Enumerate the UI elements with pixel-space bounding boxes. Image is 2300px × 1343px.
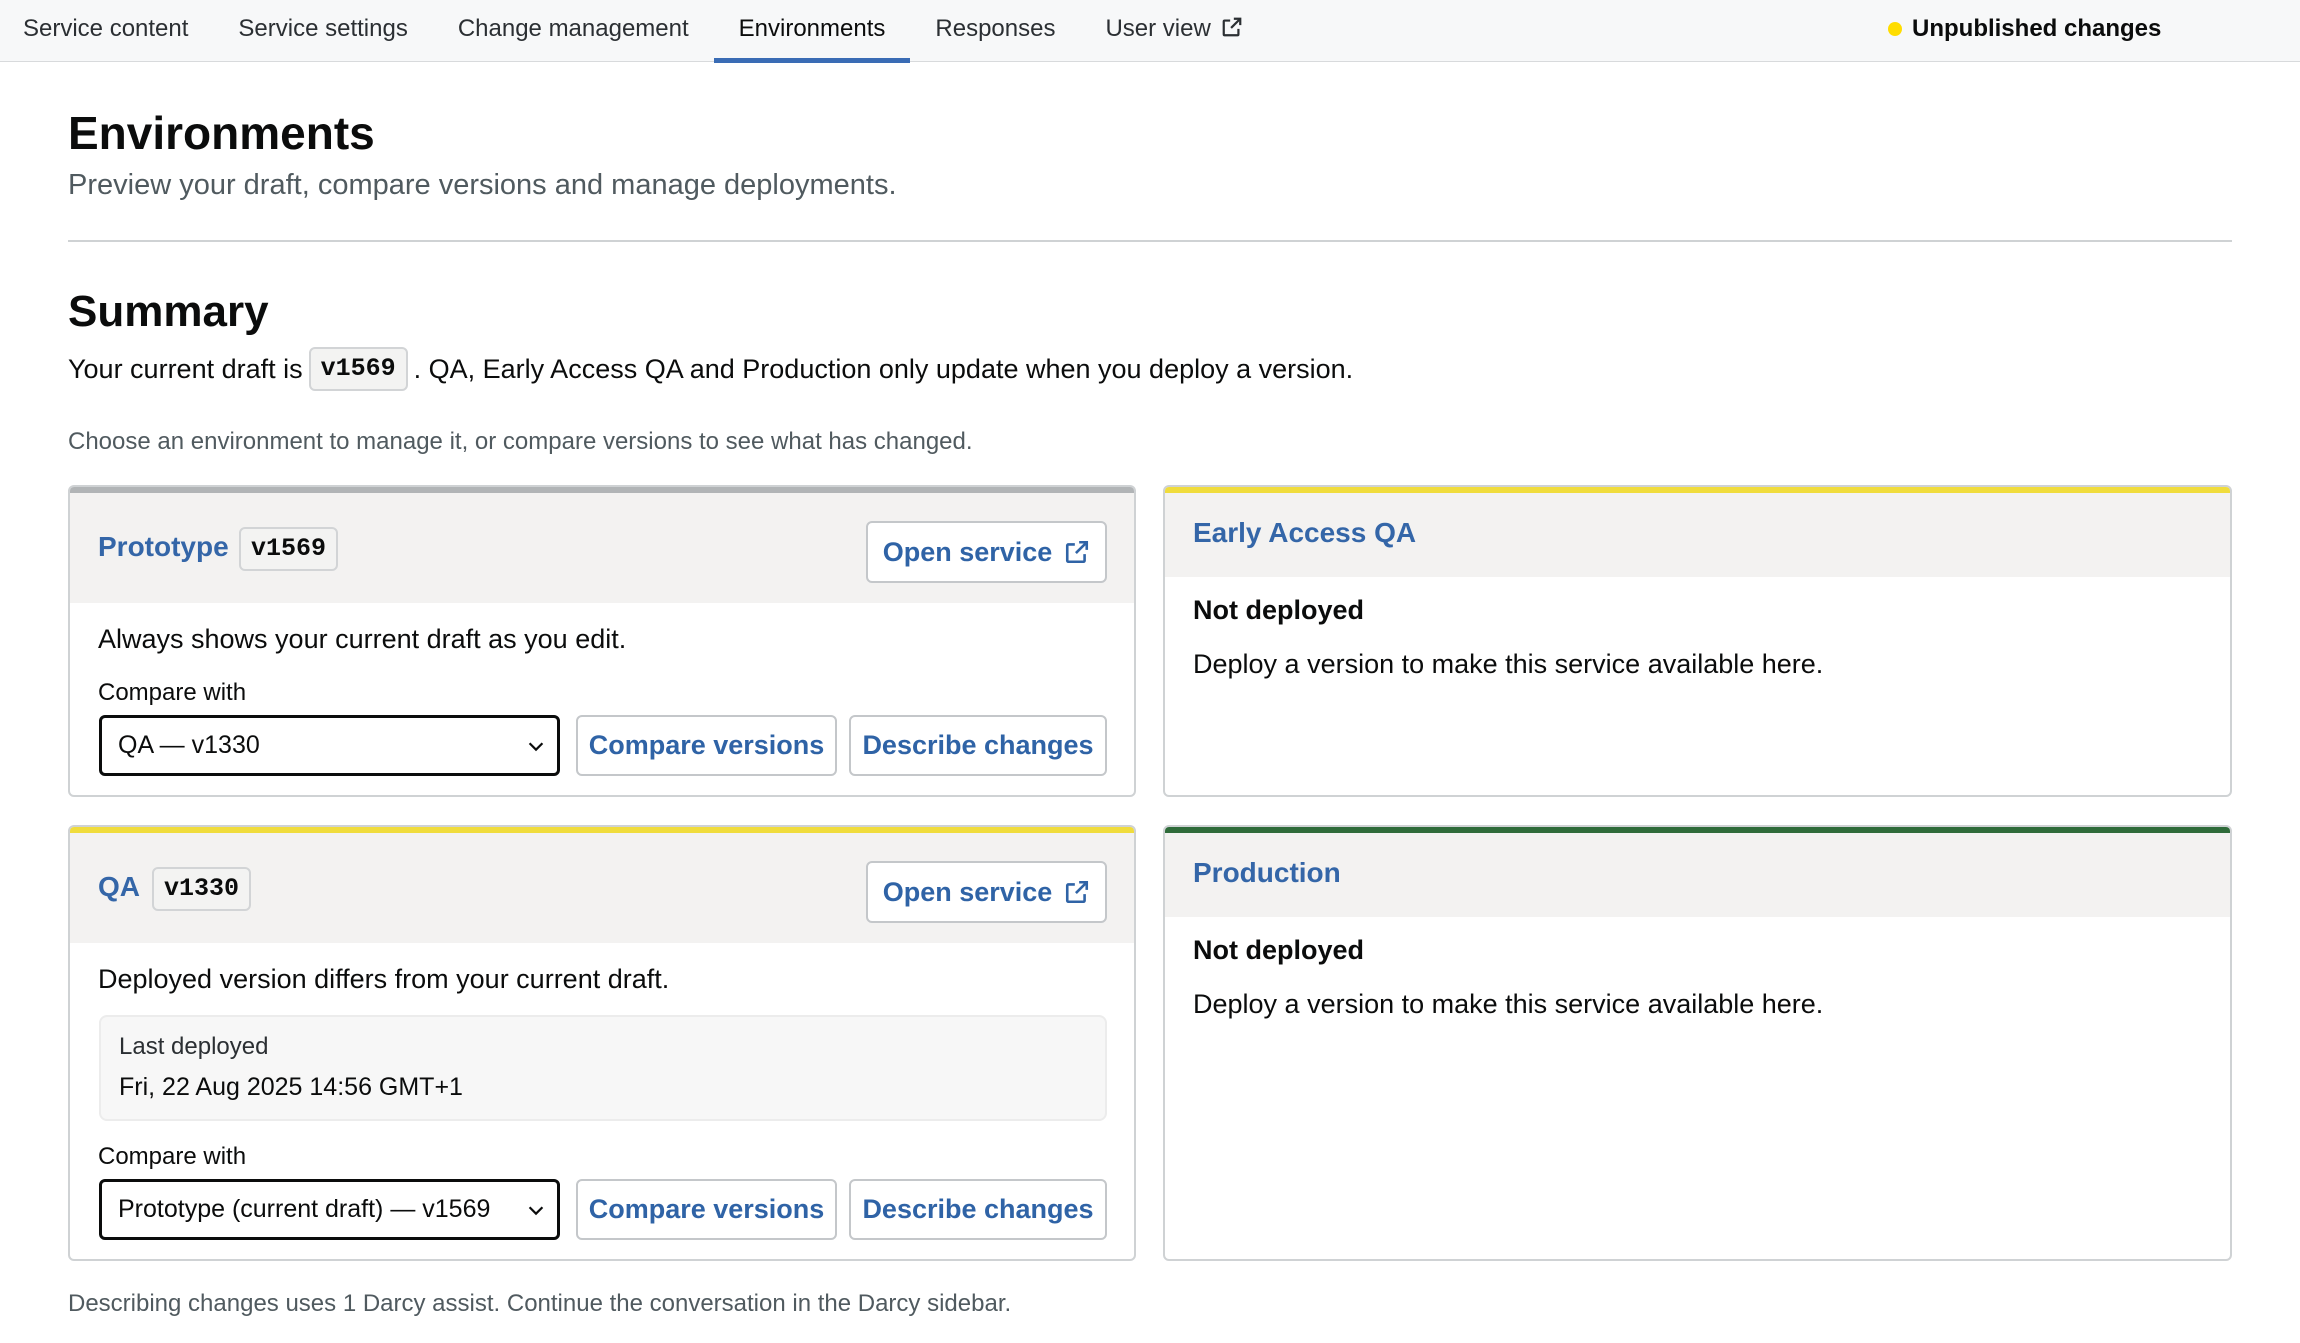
card-description: Deployed version differs from your curre…: [98, 964, 670, 994]
version-badge: v1569: [239, 527, 339, 571]
deploy-message: Deploy a version to make this service av…: [1193, 649, 1824, 679]
tab-responses[interactable]: Responses: [910, 0, 1080, 62]
card-header: Production: [1165, 833, 2230, 917]
button-label: Open service: [882, 536, 1053, 567]
page-title: Environments: [68, 107, 375, 159]
tab-label: Change management: [457, 15, 689, 42]
tab-service-content[interactable]: Service content: [0, 0, 213, 62]
draft-version-badge: v1569: [308, 347, 408, 391]
compare-select[interactable]: Prototype (current draft) — v1569: [99, 1179, 560, 1240]
card-description: Always shows your current draft as you e…: [98, 624, 627, 654]
production-env-link[interactable]: Production: [1193, 857, 1341, 889]
button-label: Describe changes: [862, 1194, 1094, 1224]
select-value: Prototype (current draft) — v1569: [118, 1195, 491, 1223]
card-header: Early Access QA: [1165, 493, 2230, 577]
production-card: Production Not deployed Deploy a version…: [1163, 825, 2232, 1261]
button-label: Open service: [882, 876, 1053, 907]
tab-label: Environments: [738, 15, 886, 42]
top-nav: Service content Service settings Change …: [0, 0, 2300, 63]
button-label: Compare versions: [588, 1194, 825, 1224]
divider: [68, 240, 2232, 242]
external-link-icon: [1221, 16, 1243, 45]
button-label: Describe changes: [862, 730, 1094, 760]
tab-user-view[interactable]: User view: [1080, 0, 1267, 62]
summary-hint: Choose an environment to manage it, or c…: [68, 428, 973, 455]
deploy-state: Not deployed: [1193, 595, 1365, 625]
compare-label: Compare with: [98, 1143, 247, 1170]
button-label: Compare versions: [588, 730, 825, 760]
unpublished-status: Unpublished changes: [1888, 15, 2161, 43]
tab-label: Service settings: [238, 15, 408, 42]
qa-card: QA v1330 Open service Deployed version d…: [68, 825, 1136, 1261]
describe-changes-button[interactable]: Describe changes: [849, 715, 1107, 776]
early-access-qa-card: Early Access QA Not deployed Deploy a ve…: [1163, 485, 2232, 797]
chevron-down-icon: [528, 741, 544, 751]
tab-label: Responses: [935, 15, 1056, 42]
footer-note: Describing changes uses 1 Darcy assist. …: [68, 1290, 1012, 1317]
last-deployed-box: Last deployed Fri, 22 Aug 2025 14:56 GMT…: [99, 1015, 1107, 1121]
prototype-env-link[interactable]: Prototype: [98, 531, 229, 563]
open-service-button[interactable]: Open service: [866, 521, 1107, 583]
card-header: QA v1330 Open service: [70, 833, 1134, 943]
prototype-card: Prototype v1569 Open service Always show…: [68, 485, 1136, 797]
deploy-state: Not deployed: [1193, 935, 1365, 965]
compare-select[interactable]: QA — v1330: [99, 715, 560, 776]
tab-label: Service content: [23, 15, 189, 42]
qa-env-link[interactable]: QA: [98, 871, 140, 903]
status-dot-icon: [1888, 22, 1902, 36]
tab-label: User view: [1105, 15, 1211, 42]
compare-versions-button[interactable]: Compare versions: [576, 715, 837, 776]
early-access-env-link[interactable]: Early Access QA: [1193, 517, 1416, 549]
select-value: QA — v1330: [118, 731, 260, 759]
open-service-button[interactable]: Open service: [866, 861, 1107, 923]
status-label: Unpublished changes: [1912, 15, 2162, 42]
summary-text-after: . QA, Early Access QA and Production onl…: [413, 354, 1354, 384]
chevron-down-icon: [528, 1205, 544, 1215]
external-link-icon: [1066, 540, 1089, 564]
tab-environments[interactable]: Environments: [713, 0, 911, 63]
last-deployed-value: Fri, 22 Aug 2025 14:56 GMT+1: [119, 1073, 463, 1101]
card-header: Prototype v1569 Open service: [70, 493, 1134, 603]
version-badge: v1330: [152, 867, 252, 911]
tab-change-management[interactable]: Change management: [433, 0, 714, 62]
tab-list: Service content Service settings Change …: [0, 0, 1268, 63]
summary-heading: Summary: [68, 287, 269, 336]
compare-label: Compare with: [98, 679, 247, 706]
page-subtitle: Preview your draft, compare versions and…: [68, 169, 897, 201]
describe-changes-button[interactable]: Describe changes: [849, 1179, 1107, 1240]
summary-text: Your current draft is v1569 . QA, Early …: [68, 347, 1353, 391]
compare-versions-button[interactable]: Compare versions: [576, 1179, 837, 1240]
summary-text-before: Your current draft is: [68, 354, 303, 384]
external-link-icon: [1066, 880, 1089, 904]
last-deployed-label: Last deployed: [119, 1033, 269, 1060]
deploy-message: Deploy a version to make this service av…: [1193, 989, 1824, 1019]
tab-service-settings[interactable]: Service settings: [213, 0, 432, 62]
